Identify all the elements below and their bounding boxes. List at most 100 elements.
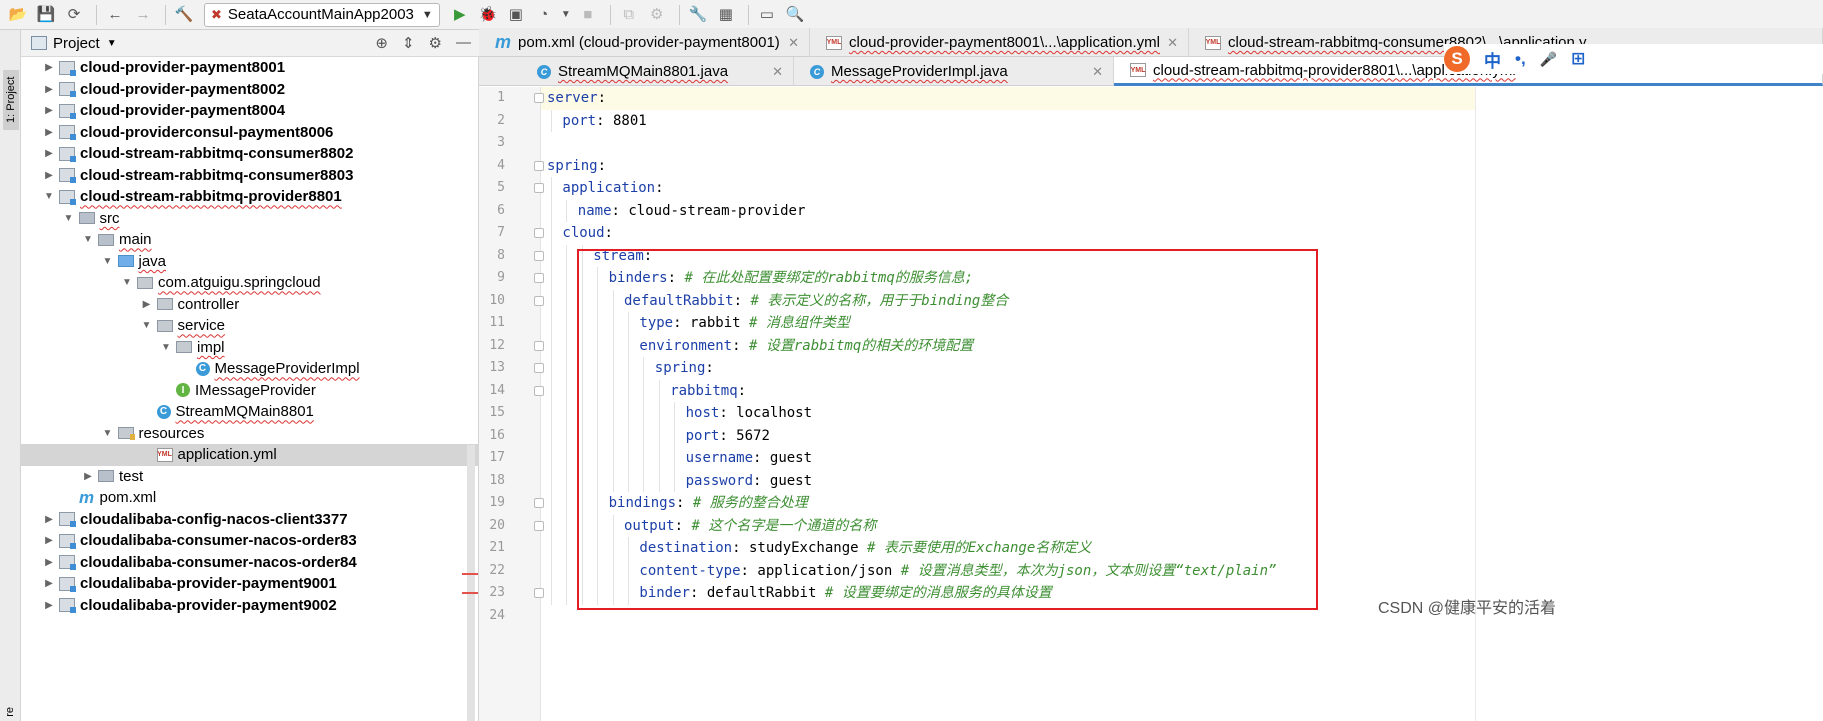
open-icon[interactable]: 📂 <box>6 3 30 27</box>
fold-marker-icon[interactable] <box>534 160 544 171</box>
tree-item[interactable]: ▶ cloud-providerconsul-payment8006 <box>21 122 479 144</box>
close-icon[interactable]: ✕ <box>788 35 799 51</box>
expand-arrow-icon[interactable]: ▼ <box>43 191 55 202</box>
collapse-arrow-icon[interactable]: ▶ <box>43 105 55 116</box>
collapse-arrow-icon[interactable]: ▶ <box>43 535 55 546</box>
ime-keyboard-icon[interactable]: ⊞ <box>1571 49 1585 69</box>
save-icon[interactable]: 💾 <box>34 3 58 27</box>
search-icon[interactable]: 🔍 <box>783 3 807 27</box>
editor-tab[interactable]: C MessageProviderImpl.java ✕ <box>794 57 1114 86</box>
sync-icon[interactable]: ⟳ <box>62 3 86 27</box>
code-line[interactable]: spring: <box>547 155 606 178</box>
tree-item[interactable]: ▶ cloud-stream-rabbitmq-consumer8802 <box>21 143 479 165</box>
tree-item[interactable]: ▶ test <box>21 466 479 488</box>
tree-item[interactable]: ▼ com.atguigu.springcloud <box>21 272 479 294</box>
tree-item[interactable]: ▶ cloud-provider-payment8001 <box>21 57 479 79</box>
error-marker[interactable] <box>462 592 478 594</box>
gear-icon[interactable]: ⚙ <box>429 34 442 52</box>
ime-punctuation-icon[interactable]: •, <box>1515 49 1526 69</box>
code-line[interactable]: port: 8801 <box>562 110 646 133</box>
tree-item[interactable]: ▼ src <box>21 208 479 230</box>
collapse-all-icon[interactable]: ⇕ <box>402 34 415 52</box>
collapse-arrow-icon[interactable]: ▶ <box>43 578 55 589</box>
settings-icon[interactable]: 🔧 <box>686 3 710 27</box>
tree-item[interactable]: ▼ main <box>21 229 479 251</box>
close-icon[interactable]: ✕ <box>1092 64 1103 80</box>
fold-marker-icon[interactable] <box>534 588 544 598</box>
editor-tab[interactable]: YML cloud-provider-payment8001\...\applic… <box>810 28 1189 57</box>
tree-item[interactable]: ▶ cloudalibaba-provider-payment9002 <box>21 595 479 617</box>
tree-item[interactable]: ▶ cloudalibaba-provider-payment9001 <box>21 573 479 595</box>
fold-marker-icon[interactable] <box>534 295 544 306</box>
fold-marker-icon[interactable] <box>534 183 544 193</box>
expand-arrow-icon[interactable]: ▼ <box>102 428 114 439</box>
locate-icon[interactable]: ⊕ <box>375 34 388 52</box>
tree-item[interactable]: ▶ cloud-stream-rabbitmq-consumer8803 <box>21 165 479 187</box>
tree-item[interactable]: ▶ controller <box>21 294 479 316</box>
expand-arrow-icon[interactable]: ▼ <box>141 320 153 331</box>
code-line[interactable]: name: cloud-stream-provider <box>578 200 806 223</box>
collapse-arrow-icon[interactable]: ▶ <box>43 514 55 525</box>
build-icon[interactable]: 🔨 <box>172 3 196 27</box>
collapse-arrow-icon[interactable]: ▶ <box>43 148 55 159</box>
stop-icon[interactable]: ■ <box>576 3 600 27</box>
fold-marker-icon[interactable] <box>534 273 544 283</box>
bottom-tool-tab[interactable]: re <box>4 707 16 717</box>
editor-tab[interactable]: m pom.xml (cloud-provider-payment8001) ✕ <box>479 28 810 57</box>
code-line[interactable]: application: <box>562 177 663 200</box>
tree-item[interactable]: YML application.yml <box>21 444 479 466</box>
collapse-arrow-icon[interactable]: ▶ <box>43 170 55 181</box>
sogou-logo-icon[interactable]: S <box>1444 46 1470 72</box>
tree-item[interactable]: I IMessageProvider <box>21 380 479 402</box>
terminal-icon[interactable]: ▭ <box>755 3 779 27</box>
collapse-arrow-icon[interactable]: ▶ <box>82 471 94 482</box>
run-icon[interactable]: ▶ <box>448 3 472 27</box>
fold-marker-icon[interactable] <box>534 363 544 373</box>
chevron-down-icon[interactable]: ▼ <box>107 38 117 49</box>
collapse-arrow-icon[interactable]: ▶ <box>43 62 55 73</box>
coverage-icon[interactable]: ▣ <box>504 3 528 27</box>
tree-item[interactable]: ▼ java <box>21 251 479 273</box>
expand-arrow-icon[interactable]: ▼ <box>102 256 114 267</box>
fold-marker-icon[interactable] <box>534 250 544 261</box>
structure-icon[interactable]: ▦ <box>714 3 738 27</box>
expand-arrow-icon[interactable]: ▼ <box>63 213 75 224</box>
expand-arrow-icon[interactable]: ▼ <box>121 277 133 288</box>
tree-item[interactable]: ▶ cloudalibaba-consumer-nacos-order84 <box>21 552 479 574</box>
microphone-icon[interactable]: 🎤 <box>1540 51 1557 68</box>
close-icon[interactable]: ✕ <box>1167 35 1178 51</box>
fold-marker-icon[interactable] <box>534 340 544 351</box>
stop-all-icon[interactable]: ⚙ <box>645 3 669 27</box>
tree-item[interactable]: ▼ cloud-stream-rabbitmq-provider8801 <box>21 186 479 208</box>
collapse-arrow-icon[interactable]: ▶ <box>141 299 153 310</box>
code-line[interactable]: server: <box>547 87 606 110</box>
tree-item[interactable]: C StreamMQMain8801 <box>21 401 479 423</box>
debug-icon[interactable]: 🐞 <box>476 3 500 27</box>
collapse-arrow-icon[interactable]: ▶ <box>43 557 55 568</box>
profile-icon[interactable]: ◔ <box>532 3 556 27</box>
chevron-down-icon[interactable]: ▼ <box>560 3 572 27</box>
tree-item[interactable]: ▶ cloudalibaba-config-nacos-client3377 <box>21 509 479 531</box>
forward-icon[interactable]: → <box>131 3 155 27</box>
run-configuration-select[interactable]: ✖ SeataAccountMainApp2003 ▼ <box>204 2 440 27</box>
project-scrollbar[interactable] <box>467 445 475 721</box>
tree-item[interactable]: ▶ cloud-provider-payment8002 <box>21 79 479 101</box>
fold-marker-icon[interactable] <box>534 93 544 103</box>
close-icon[interactable]: ✕ <box>772 64 783 80</box>
editor-tab[interactable]: C StreamMQMain8801.java ✕ <box>521 57 794 86</box>
collapse-arrow-icon[interactable]: ▶ <box>43 84 55 95</box>
tree-item[interactable]: ▶ cloudalibaba-consumer-nacos-order83 <box>21 530 479 552</box>
attach-icon[interactable]: ⧉ <box>617 3 641 27</box>
code-line[interactable]: cloud: <box>562 222 613 245</box>
fold-marker-icon[interactable] <box>534 228 544 238</box>
collapse-arrow-icon[interactable]: ▶ <box>43 127 55 138</box>
project-panel-title[interactable]: Project <box>53 35 100 52</box>
tree-item[interactable]: ▼ impl <box>21 337 479 359</box>
tree-item[interactable]: m pom.xml <box>21 487 479 509</box>
tree-item[interactable]: ▶ cloud-provider-payment8004 <box>21 100 479 122</box>
fold-marker-icon[interactable] <box>534 520 544 531</box>
ime-chinese-mode[interactable]: 中 <box>1484 47 1501 72</box>
fold-marker-icon[interactable] <box>534 498 544 508</box>
project-tool-tab[interactable]: 1: Project <box>3 70 19 130</box>
expand-arrow-icon[interactable]: ▼ <box>82 234 94 245</box>
